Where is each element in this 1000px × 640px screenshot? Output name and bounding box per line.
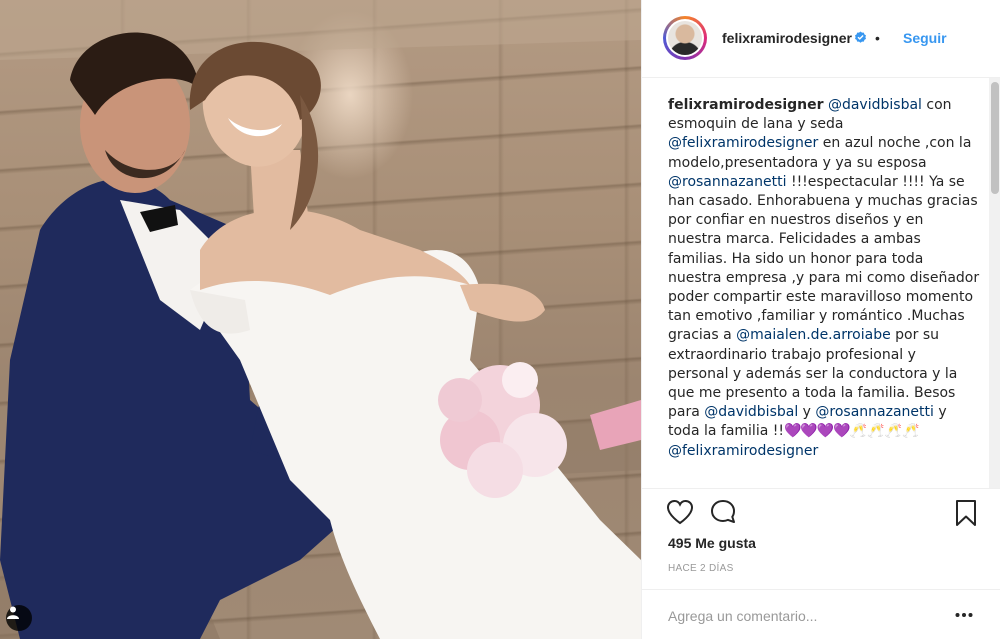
caption-scroll-area[interactable]: felixramirodesigner @davidbisbal con esm… [642,78,1000,488]
separator-dot: • [875,30,880,46]
caption-mention-link[interactable]: @felixramirodesigner [668,443,818,459]
caption-mention-link[interactable]: @maialen.de.arroiabe [736,327,891,343]
caption-mention-link[interactable]: @davidbisbal [704,404,798,420]
comment-bar [642,589,1000,640]
more-options-icon[interactable] [955,605,973,623]
follow-button[interactable]: Seguir [903,30,947,46]
caption-fade [642,468,1000,488]
speech-bubble-icon[interactable] [710,499,738,530]
caption-author[interactable]: felixramirodesigner [668,97,824,113]
post-caption: felixramirodesigner @davidbisbal con esm… [668,96,980,461]
avatar[interactable] [663,16,707,60]
header-username[interactable]: felixramirodesigner [722,30,852,46]
post-timestamp[interactable]: HACE 2 DÍAS [668,563,734,574]
caption-mention-link[interactable]: @rosannazanetti [668,174,787,190]
caption-text: !!!espectacular !!!! Ya se han casado. E… [668,173,980,344]
post-header: felixramirodesigner • Seguir [642,0,1000,78]
bookmark-icon[interactable] [954,499,978,532]
caption-body: @davidbisbal con esmoquin de lana y seda… [668,97,979,459]
verified-badge-icon [854,31,867,49]
caption-scrollbar[interactable] [989,78,1000,488]
caption-mention-link[interactable]: @felixramirodesigner [668,135,818,151]
user-tag-icon[interactable] [6,605,32,631]
post-photo[interactable] [0,0,641,639]
caption-mention-link[interactable]: @davidbisbal [828,97,922,113]
post-sidebar: felixramirodesigner • Seguir felixramiro… [641,0,1000,639]
couple-illustration [0,0,641,639]
comment-input[interactable] [666,604,950,628]
action-bar [642,488,1000,526]
scrollbar-thumb[interactable] [991,82,999,194]
heart-outline-icon[interactable] [666,499,694,530]
caption-emoji: 💜💜💜💜 [783,423,851,440]
caption-text: y [798,404,816,421]
caption-text: 🥂🥂🥂🥂 [849,423,920,440]
caption-mention-link[interactable]: @rosannazanetti [815,404,934,420]
likes-count[interactable]: 495 Me gusta [668,535,756,551]
